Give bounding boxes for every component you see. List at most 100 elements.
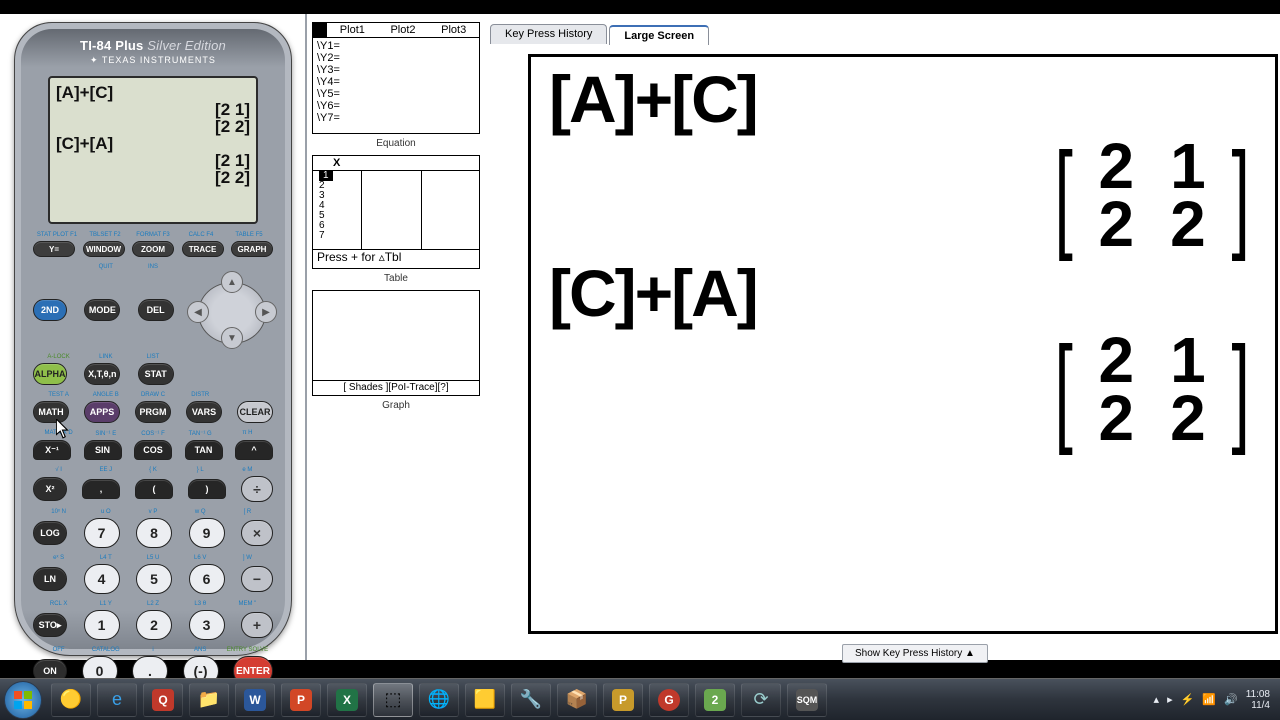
key-window[interactable]: WINDOW xyxy=(83,241,125,257)
taskbar-app-2[interactable]: 2 xyxy=(695,683,735,717)
taskbar-misc1[interactable]: 🔧 xyxy=(511,683,551,717)
ie-icon: e xyxy=(112,689,122,710)
key-tan[interactable]: TAN xyxy=(185,440,223,460)
key-trace[interactable]: TRACE xyxy=(182,241,224,257)
key-alpha[interactable]: ALPHA xyxy=(33,363,67,385)
key-sin[interactable]: SIN xyxy=(84,440,122,460)
network-icon[interactable]: 📶 xyxy=(1202,693,1216,706)
fn-labels: STAT PLOT F1TBLSET F2 FORMAT F3CALC F4 T… xyxy=(15,224,291,238)
taskbar-excel[interactable]: X xyxy=(327,683,367,717)
key-clear[interactable]: CLEAR xyxy=(237,401,273,423)
calc-brand: ✦ TEXAS INSTRUMENTS xyxy=(15,55,291,66)
start-button[interactable] xyxy=(4,681,42,719)
equation-caption: Equation xyxy=(312,138,480,149)
key-zoom[interactable]: ZOOM xyxy=(132,241,174,257)
preview-column: Plot1 Plot2 Plot3 \Y1=\Y2= \Y3=\Y4= \Y5=… xyxy=(312,22,480,417)
key-log[interactable]: LOG xyxy=(33,521,67,545)
key-prgm[interactable]: PRGM xyxy=(135,401,171,423)
globe-icon: 🌐 xyxy=(428,689,450,710)
g-icon: G xyxy=(658,689,680,711)
key-x-inverse[interactable]: X⁻¹ xyxy=(33,440,71,460)
key-7[interactable]: 7 xyxy=(84,518,120,548)
sync-icon: ⟳ xyxy=(753,689,768,710)
graph-caption: Graph xyxy=(312,400,480,411)
taskbar-powerpoint[interactable]: P xyxy=(281,683,321,717)
tab-key-press-history[interactable]: Key Press History xyxy=(490,24,607,44)
key-9[interactable]: 9 xyxy=(189,518,225,548)
key-xtθn[interactable]: X,T,θ,n xyxy=(84,363,120,385)
taskbar-orb[interactable]: 🟨 xyxy=(465,683,505,717)
key-2nd[interactable]: 2ND xyxy=(33,299,67,321)
equation-panel[interactable]: Plot1 Plot2 Plot3 \Y1=\Y2= \Y3=\Y4= \Y5=… xyxy=(312,22,480,134)
windows-logo-icon xyxy=(13,690,33,710)
taskbar-misc2[interactable]: 📦 xyxy=(557,683,597,717)
tray-expand-icon[interactable]: ▴ xyxy=(1154,693,1160,706)
vertical-separator xyxy=(305,14,307,660)
key-4[interactable]: 4 xyxy=(84,564,120,594)
key-sto[interactable]: STO▸ xyxy=(33,613,67,637)
word-icon: W xyxy=(244,689,266,711)
folder-icon: 📁 xyxy=(198,689,220,710)
key-caret[interactable]: ^ xyxy=(235,440,273,460)
key-5[interactable]: 5 xyxy=(136,564,172,594)
dpad: ▲ ▼ ◀ ▶ xyxy=(191,273,273,347)
graph-panel[interactable]: [ Shades ][PoI-Trace][?] xyxy=(312,290,480,396)
app-frame: TI-84 Plus Silver Edition ✦ TEXAS INSTRU… xyxy=(0,14,1280,660)
sqm-icon: SQM xyxy=(796,689,818,711)
key-lparen[interactable]: ( xyxy=(135,479,173,499)
ppt-icon: P xyxy=(290,689,312,711)
taskbar-chrome[interactable]: 🟡 xyxy=(51,683,91,717)
taskbar-ie[interactable]: e xyxy=(97,683,137,717)
chrome-icon: 🟡 xyxy=(60,689,82,710)
key-math[interactable]: MATH xyxy=(33,401,69,423)
taskbar-app-g[interactable]: G xyxy=(649,683,689,717)
dpad-left[interactable]: ◀ xyxy=(187,301,209,323)
key-multiply[interactable]: × xyxy=(241,520,273,546)
dpad-up[interactable]: ▲ xyxy=(221,271,243,293)
taskbar-word[interactable]: W xyxy=(235,683,275,717)
misc-icon: 🔧 xyxy=(520,689,542,710)
taskbar-explorer[interactable]: 📁 xyxy=(189,683,229,717)
key-cos[interactable]: COS xyxy=(134,440,172,460)
misc-icon: 📦 xyxy=(566,689,588,710)
two-icon: 2 xyxy=(704,689,726,711)
key-comma[interactable]: , xyxy=(82,479,120,499)
taskbar-smartview[interactable]: ⬚ xyxy=(373,683,413,717)
large-expr-2: [C]+[A] xyxy=(549,261,1257,325)
key-x-squared[interactable]: X² xyxy=(33,477,67,501)
volume-icon[interactable]: 🔊 xyxy=(1224,693,1238,706)
battery-icon[interactable]: ⚡ xyxy=(1181,693,1195,706)
tab-large-screen[interactable]: Large Screen xyxy=(609,25,709,45)
dpad-down[interactable]: ▼ xyxy=(221,327,243,349)
key-8[interactable]: 8 xyxy=(136,518,172,548)
taskbar-sync[interactable]: ⟳ xyxy=(741,683,781,717)
key-stat[interactable]: STAT xyxy=(138,363,174,385)
taskbar-globe[interactable]: 🌐 xyxy=(419,683,459,717)
table-panel[interactable]: X 1 2 3 4 5 6 7 Press + for ▵Tbl xyxy=(312,155,480,269)
key-ln[interactable]: LN xyxy=(33,567,67,591)
taskbar-clock[interactable]: 11:0811/4 xyxy=(1246,689,1270,711)
show-key-press-history-button[interactable]: Show Key Press History ▲ xyxy=(842,644,988,663)
key-del[interactable]: DEL xyxy=(138,299,174,321)
key-6[interactable]: 6 xyxy=(189,564,225,594)
key-mode[interactable]: MODE xyxy=(84,299,120,321)
taskbar-app-p[interactable]: P xyxy=(603,683,643,717)
system-tray[interactable]: ▴ ▸ ⚡ 📶 🔊 11:0811/4 xyxy=(1154,689,1276,711)
key-minus[interactable]: − xyxy=(241,566,273,592)
calc-model: TI-84 Plus Silver Edition xyxy=(15,23,291,53)
dpad-right[interactable]: ▶ xyxy=(255,301,277,323)
taskbar-sqm[interactable]: SQM xyxy=(787,683,827,717)
key-2[interactable]: 2 xyxy=(136,610,172,640)
key-3[interactable]: 3 xyxy=(189,610,225,640)
q-icon: Q xyxy=(152,689,174,711)
flag-icon[interactable]: ▸ xyxy=(1167,693,1173,706)
key-rparen[interactable]: ) xyxy=(188,479,226,499)
key-vars[interactable]: VARS xyxy=(186,401,222,423)
key-1[interactable]: 1 xyxy=(84,610,120,640)
key-apps[interactable]: APPS xyxy=(84,401,120,423)
key-y-equals[interactable]: Y= xyxy=(33,241,75,257)
key-plus[interactable]: + xyxy=(241,612,273,638)
taskbar-app-q[interactable]: Q xyxy=(143,683,183,717)
key-divide[interactable]: ÷ xyxy=(241,476,273,502)
key-graph[interactable]: GRAPH xyxy=(231,241,273,257)
